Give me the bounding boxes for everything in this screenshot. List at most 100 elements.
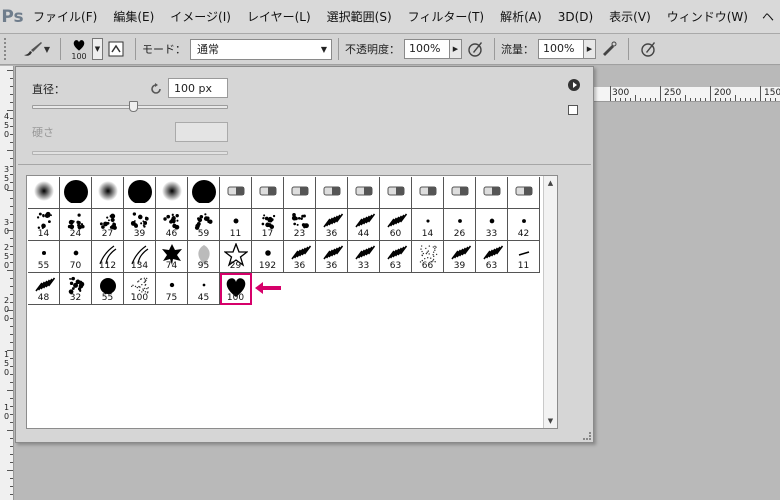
menu-item[interactable]: 解析(A) bbox=[492, 0, 550, 34]
brush-preset-cell[interactable]: 32 bbox=[60, 273, 92, 305]
brush-preset-cell[interactable]: 55 bbox=[92, 273, 124, 305]
vertical-ruler[interactable]: 4503503025020015010 bbox=[0, 66, 14, 500]
menu-overflow[interactable]: ヘ bbox=[756, 8, 780, 25]
brush-preset-cell[interactable]: 100 bbox=[220, 273, 252, 305]
brush-preset-cell[interactable]: 29 bbox=[220, 241, 252, 273]
brush-preset-cell[interactable] bbox=[412, 177, 444, 209]
brush-preset-cell[interactable]: 33 bbox=[348, 241, 380, 273]
brush-preset-cell[interactable]: 59 bbox=[188, 209, 220, 241]
brush-preset-cell[interactable]: 63 bbox=[476, 241, 508, 273]
vertical-scrollbar[interactable]: ▲ ▼ bbox=[543, 176, 557, 428]
menu-item[interactable]: 表示(V) bbox=[601, 0, 659, 34]
brush-preset-cell[interactable]: 55 bbox=[28, 241, 60, 273]
menu-item[interactable]: 選択範囲(S) bbox=[319, 0, 400, 34]
scroll-down-icon[interactable]: ▼ bbox=[544, 414, 557, 428]
menu-item[interactable]: ファイル(F) bbox=[25, 0, 105, 34]
brush-preset-cell[interactable]: 11 bbox=[508, 241, 540, 273]
brush-preset-cell[interactable]: 36 bbox=[316, 241, 348, 273]
ruler-tick bbox=[10, 262, 13, 263]
brush-preset-cell[interactable]: 14 bbox=[28, 209, 60, 241]
brush-preset-cell[interactable]: 134 bbox=[124, 241, 156, 273]
brush-preset-cell[interactable]: 27 bbox=[92, 209, 124, 241]
brush-preset-cell[interactable]: 33 bbox=[476, 209, 508, 241]
brush-preset-cell[interactable]: 36 bbox=[284, 241, 316, 273]
brush-preset-cell[interactable]: 11 bbox=[220, 209, 252, 241]
brush-preset-cell[interactable] bbox=[348, 177, 380, 209]
brush-preset-cell[interactable]: 23 bbox=[284, 209, 316, 241]
menu-item[interactable]: フィルター(T) bbox=[400, 0, 492, 34]
ruler-tick bbox=[660, 86, 661, 101]
brush-preset-cell[interactable]: 70 bbox=[60, 241, 92, 273]
brush-preset-cell[interactable]: 36 bbox=[316, 209, 348, 241]
brush-preset-cell[interactable] bbox=[380, 177, 412, 209]
ruler-tick bbox=[10, 182, 13, 183]
menu-item[interactable]: 編集(E) bbox=[105, 0, 162, 34]
brush-preset-cell[interactable]: 60 bbox=[380, 209, 412, 241]
brush-preset-cell[interactable] bbox=[92, 177, 124, 209]
brush-preset-cell[interactable]: 24 bbox=[60, 209, 92, 241]
brush-preset-cell[interactable]: 45 bbox=[188, 273, 220, 305]
opacity-slider-button[interactable]: ▶ bbox=[450, 39, 462, 59]
brush-preset-cell[interactable]: 42 bbox=[508, 209, 540, 241]
brush-preset-cell[interactable] bbox=[476, 177, 508, 209]
brush-preset-cell[interactable] bbox=[60, 177, 92, 209]
menu-item[interactable]: レイヤー(L) bbox=[239, 0, 319, 34]
brush-panel-toggle[interactable] bbox=[106, 39, 126, 59]
brush-preset-preview[interactable]: 100 bbox=[67, 35, 91, 63]
size-input[interactable]: 100 px bbox=[168, 78, 228, 98]
opacity-input[interactable]: 100% bbox=[404, 39, 450, 59]
size-slider-thumb[interactable] bbox=[128, 101, 138, 112]
brush-preset-cell[interactable]: 95 bbox=[188, 241, 220, 273]
tool-preset-picker[interactable]: ▼ bbox=[18, 37, 54, 61]
brush-preset-cell[interactable]: 75 bbox=[156, 273, 188, 305]
brush-preset-cell[interactable]: 26 bbox=[444, 209, 476, 241]
ruler-label: 4 bbox=[4, 112, 10, 121]
brush-preset-cell[interactable] bbox=[252, 177, 284, 209]
brush-preset-cell[interactable]: 63 bbox=[380, 241, 412, 273]
brush-preset-cell[interactable]: 14 bbox=[412, 209, 444, 241]
horizontal-ruler[interactable]: 300 250 200 150 bbox=[594, 86, 780, 102]
ruler-tick bbox=[10, 134, 13, 135]
menu-item[interactable]: ウィンドウ(W) bbox=[659, 0, 756, 34]
pressure-size-button[interactable] bbox=[638, 39, 658, 59]
ruler-tick bbox=[10, 326, 13, 327]
brush-preset-cell[interactable] bbox=[444, 177, 476, 209]
airbrush-button[interactable] bbox=[599, 39, 619, 59]
ruler-tick bbox=[10, 142, 13, 143]
brush-tip-icon bbox=[259, 186, 277, 196]
brush-preset-cell[interactable]: 112 bbox=[92, 241, 124, 273]
brush-preset-cell[interactable]: 100 bbox=[124, 273, 156, 305]
panel-menu-button[interactable] bbox=[568, 79, 580, 91]
options-bar-grip[interactable] bbox=[4, 38, 10, 60]
brush-preset-cell[interactable] bbox=[284, 177, 316, 209]
menu-item[interactable]: 3D(D) bbox=[550, 0, 601, 34]
ruler-tick bbox=[10, 286, 13, 287]
pressure-opacity-button[interactable] bbox=[465, 39, 485, 59]
brush-preset-cell[interactable] bbox=[156, 177, 188, 209]
brush-preset-dropdown[interactable]: ▼ bbox=[92, 38, 103, 60]
menu-item[interactable]: イメージ(I) bbox=[162, 0, 239, 34]
brush-preset-cell[interactable]: 192 bbox=[252, 241, 284, 273]
brush-preset-cell[interactable] bbox=[220, 177, 252, 209]
mode-select[interactable]: 通常 ▼ bbox=[190, 38, 332, 60]
reset-size-icon[interactable] bbox=[150, 83, 162, 95]
brush-preset-cell[interactable] bbox=[316, 177, 348, 209]
brush-preset-cell[interactable]: 66 bbox=[412, 241, 444, 273]
brush-preset-cell[interactable]: 48 bbox=[28, 273, 60, 305]
scroll-up-icon[interactable]: ▲ bbox=[544, 176, 557, 190]
flow-input[interactable]: 100% bbox=[538, 39, 584, 59]
brush-preset-cell[interactable] bbox=[508, 177, 540, 209]
brush-preset-cell[interactable]: 44 bbox=[348, 209, 380, 241]
brush-preset-cell[interactable] bbox=[28, 177, 60, 209]
panel-resize-grip[interactable] bbox=[583, 432, 591, 440]
new-preset-button[interactable] bbox=[568, 105, 578, 115]
brush-preset-cell[interactable]: 39 bbox=[124, 209, 156, 241]
brush-preset-cell[interactable]: 17 bbox=[252, 209, 284, 241]
flow-slider-button[interactable]: ▶ bbox=[584, 39, 596, 59]
brush-preset-cell[interactable] bbox=[188, 177, 220, 209]
brush-preset-cell[interactable] bbox=[124, 177, 156, 209]
brush-preset-cell[interactable]: 74 bbox=[156, 241, 188, 273]
brush-preset-cell[interactable]: 46 bbox=[156, 209, 188, 241]
pen-pressure-icon bbox=[468, 42, 482, 57]
brush-preset-cell[interactable]: 39 bbox=[444, 241, 476, 273]
